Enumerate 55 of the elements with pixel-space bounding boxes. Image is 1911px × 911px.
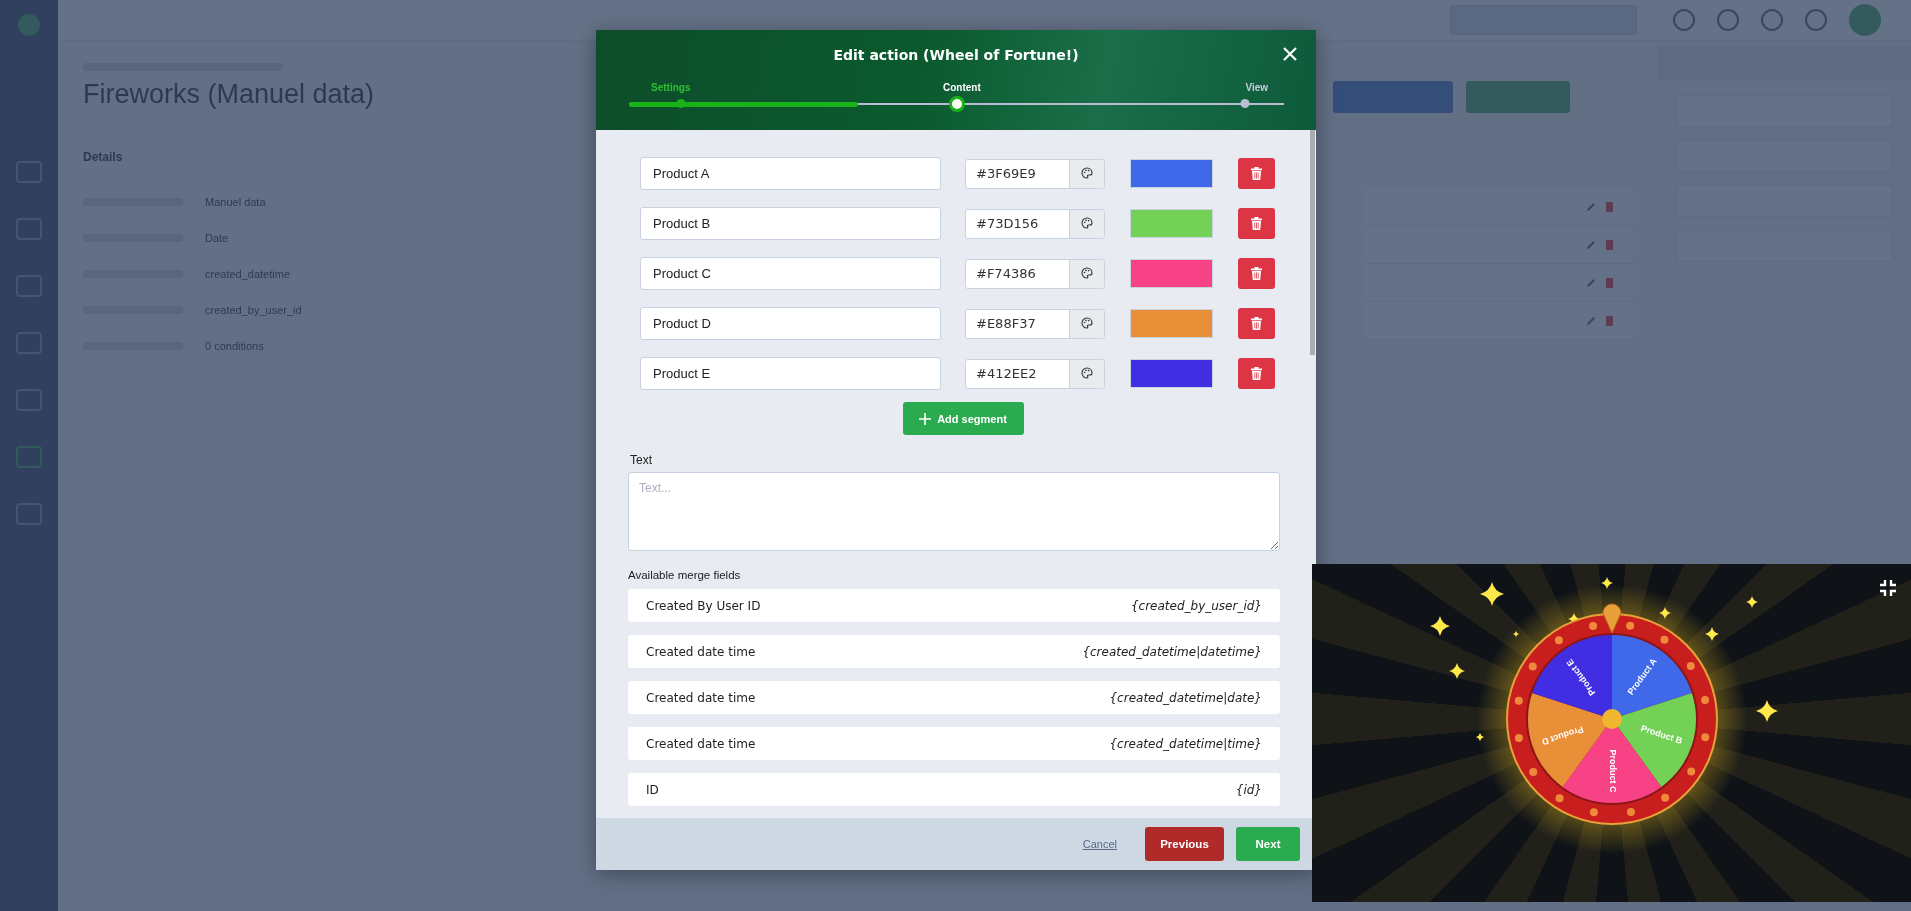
segment-name-field[interactable]: Product A — [640, 157, 941, 190]
merge-field-token: {created_datetime|datetime} — [1082, 644, 1262, 659]
step-label[interactable]: Settings — [651, 82, 691, 93]
palette-icon[interactable] — [1069, 259, 1104, 288]
delete-button[interactable] — [1238, 158, 1275, 189]
trash-icon — [1251, 217, 1262, 230]
field-label: Text — [629, 453, 653, 467]
text-field[interactable]: Text... — [628, 472, 1280, 551]
close-icon[interactable] — [1282, 46, 1298, 62]
merge-field-row[interactable]: Created date time {created_datetime|time} — [628, 727, 1280, 760]
segment-name-field[interactable]: Product B — [640, 207, 941, 240]
segment-name-field[interactable]: Product E — [640, 357, 941, 390]
collapse-icon[interactable] — [1879, 579, 1897, 597]
step-dot — [948, 96, 965, 112]
section-label: Available merge fields — [628, 569, 742, 581]
wheel-segment-label: Product C — [1607, 749, 1618, 793]
merge-field-label: Created date time — [646, 690, 756, 705]
merge-field-token: {created_by_user_id} — [1130, 598, 1262, 613]
merge-field-token: {created_datetime|time} — [1109, 736, 1262, 751]
trash-icon — [1251, 167, 1262, 180]
merge-field-row[interactable]: ID {id} — [628, 773, 1280, 806]
segment-name-field[interactable]: Product C — [640, 257, 941, 290]
merge-field-row[interactable]: Created date time {created_datetime|date} — [628, 681, 1280, 714]
delete-button[interactable] — [1238, 358, 1275, 389]
trash-icon — [1251, 367, 1262, 380]
merge-field-label: Created date time — [646, 736, 756, 751]
palette-icon[interactable] — [1069, 309, 1104, 338]
cancel-link[interactable]: Cancel — [1076, 837, 1123, 851]
color-field[interactable]: #F74386 — [965, 258, 1105, 289]
delete-button[interactable] — [1238, 308, 1275, 339]
merge-field-label: Created By User ID — [646, 598, 761, 613]
dialog-title: Edit action (Wheel of Fortune!) — [833, 47, 1079, 63]
palette-icon[interactable] — [1069, 209, 1104, 238]
palette-icon[interactable] — [1069, 359, 1104, 388]
previous-button[interactable]: Previous — [1145, 827, 1224, 861]
color-field[interactable]: #3F69E9 — [965, 158, 1105, 189]
delete-button[interactable] — [1238, 208, 1275, 239]
merge-field-label: Created date time — [646, 644, 756, 659]
palette-icon[interactable] — [1069, 159, 1104, 188]
merge-field-token: {created_datetime|date} — [1109, 690, 1262, 705]
plus-icon — [919, 412, 932, 425]
step-label[interactable]: View — [1245, 82, 1268, 93]
merge-field-row[interactable]: Created By User ID {created_by_user_id} — [628, 589, 1280, 622]
segment-name-field[interactable]: Product D — [640, 307, 941, 340]
merge-field-row[interactable]: Created date time {created_datetime|datetime} — [628, 635, 1280, 668]
merge-field-label: ID — [646, 782, 659, 797]
scrollbar-thumb[interactable] — [1310, 130, 1315, 355]
delete-button[interactable] — [1238, 258, 1275, 289]
trash-icon — [1251, 267, 1262, 280]
merge-field-token: {id} — [1235, 782, 1262, 797]
color-field[interactable]: #E88F37 — [965, 308, 1105, 339]
color-field[interactable]: #412EE2 — [965, 358, 1105, 389]
color-field[interactable]: #73D156 — [965, 208, 1105, 239]
step-label[interactable]: Content — [943, 82, 981, 93]
trash-icon — [1251, 317, 1262, 330]
